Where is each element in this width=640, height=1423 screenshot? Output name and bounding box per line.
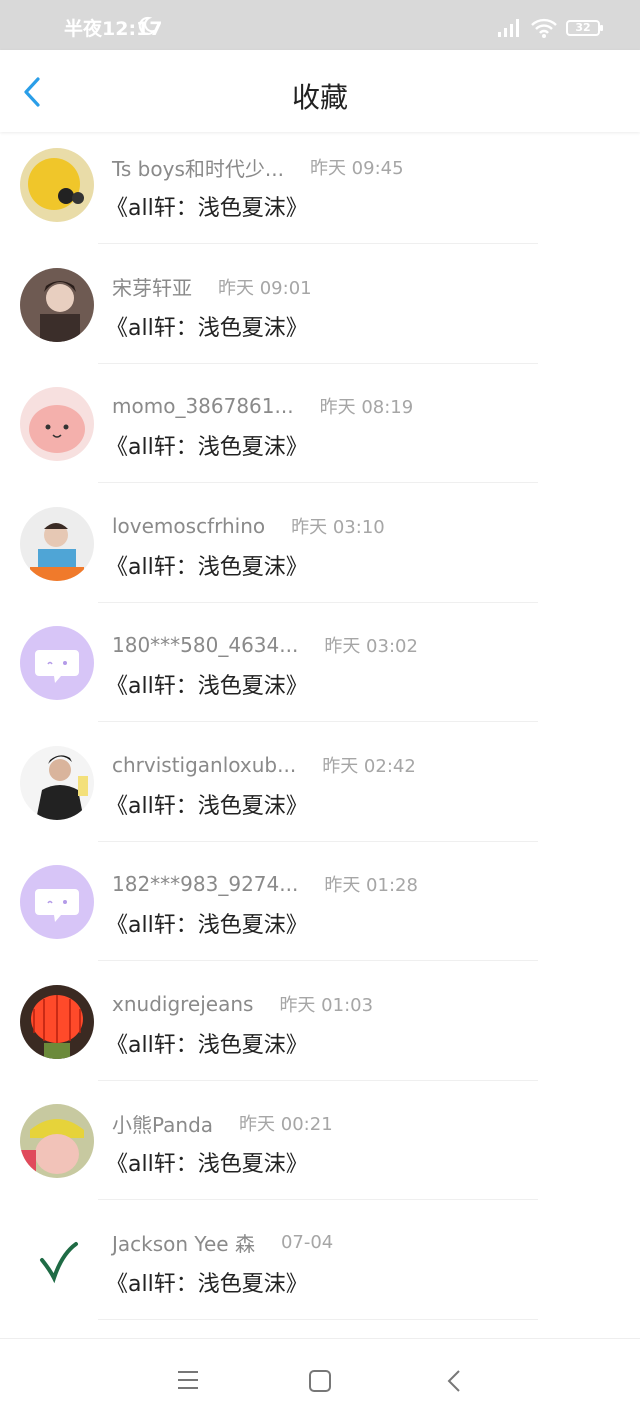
home-square-icon[interactable] [308, 1369, 332, 1397]
divider [98, 840, 538, 842]
message-text: 《all轩：浅色夏沫》 [106, 315, 308, 341]
list-item[interactable]: Jackson Yee 森 07-04 《all轩：浅色夏沫》 [0, 1212, 640, 1332]
message-text: 《all轩：浅色夏沫》 [106, 1271, 308, 1297]
list-item[interactable]: lovemoscfrhino 昨天 03:10 《all轩：浅色夏沫》 [0, 495, 640, 615]
signal-icon [496, 18, 522, 42]
avatar [20, 506, 94, 581]
list-item[interactable]: chrvistiganloxub... 昨天 02:42 《all轩：浅色夏沫》 [0, 734, 640, 854]
timestamp: 昨天 09:45 [309, 158, 404, 179]
sender-name: 182***983_9274... [112, 872, 299, 896]
message-text: 《all轩：浅色夏沫》 [106, 196, 308, 221]
sender-name: lovemoscfrhino [112, 513, 266, 538]
system-nav-bar [0, 1338, 640, 1423]
timestamp: 07-04 [280, 1232, 334, 1253]
menu-icon[interactable] [176, 1369, 200, 1395]
sender-name: 宋芽轩亚 [112, 276, 192, 300]
avatar [20, 865, 94, 939]
timestamp: 昨天 08:19 [319, 397, 414, 418]
divider [98, 1079, 538, 1081]
moon-icon [136, 16, 157, 40]
header-bar: 收藏 [0, 50, 640, 132]
sender-name: xnudigrejeans [112, 991, 254, 1016]
avatar [20, 387, 94, 461]
timestamp: 昨天 00:21 [239, 1114, 333, 1135]
back-triangle-icon[interactable] [444, 1369, 464, 1397]
sender-name: 180***580_4634... [112, 633, 299, 657]
timestamp: 昨天 09:01 [218, 277, 312, 299]
list-item[interactable]: xnudigrejeans 昨天 01:03 《all轩：浅色夏沫》 [0, 973, 640, 1093]
divider [98, 362, 538, 364]
avatar [20, 148, 94, 222]
divider [98, 1199, 538, 1200]
divider [98, 1318, 538, 1320]
sender-name: 小熊Panda [112, 1112, 214, 1137]
avatar [20, 745, 94, 820]
message-text: 《all轩：浅色夏沫》 [106, 674, 308, 699]
avatar [20, 984, 94, 1059]
message-text: 《all轩：浅色夏沫》 [106, 793, 308, 819]
message-text: 《all轩：浅色夏沫》 [106, 1152, 308, 1177]
message-text: 《all轩：浅色夏沫》 [106, 1032, 308, 1058]
sender-name: Jackson Yee 森 [112, 1232, 255, 1256]
sender-name: chrvistiganloxub... [112, 752, 297, 777]
list-item[interactable]: momo_3867861... 昨天 08:19 《all轩：浅色夏沫》 [0, 375, 640, 495]
battery-icon: 32 [566, 20, 603, 36]
list-item[interactable]: 180***580_4634... 昨天 03:02 《all轩：浅色夏沫》 [0, 614, 640, 734]
divider [98, 601, 538, 603]
message-text: 《all轩：浅色夏沫》 [106, 435, 308, 460]
message-text: 《all轩：浅色夏沫》 [106, 554, 308, 580]
timestamp: 昨天 02:42 [322, 755, 416, 777]
divider [98, 960, 538, 961]
favorites-list: Ts boys和时代少... 昨天 09:45 《all轩：浅色夏沫》 宋芽轩亚… [0, 136, 640, 1331]
avatar [20, 267, 94, 342]
divider [98, 721, 538, 722]
sender-name: momo_3867861... [112, 394, 294, 418]
divider [98, 243, 538, 244]
list-item[interactable]: 小熊Panda 昨天 00:21 《all轩：浅色夏沫》 [0, 1092, 640, 1212]
list-item[interactable]: 宋芽轩亚 昨天 09:01 《all轩：浅色夏沫》 [0, 256, 640, 376]
checkmark-icon [20, 1223, 94, 1298]
page-title: 收藏 [291, 81, 348, 114]
wifi-icon [530, 17, 558, 43]
sender-name: Ts boys和时代少... [112, 156, 284, 181]
avatar [20, 1223, 94, 1298]
timestamp: 昨天 03:02 [324, 636, 418, 657]
timestamp: 昨天 01:03 [279, 994, 374, 1016]
avatar [20, 1104, 94, 1178]
list-item[interactable]: Ts boys和时代少... 昨天 09:45 《all轩：浅色夏沫》 [0, 136, 640, 256]
divider [98, 482, 538, 483]
avatar [20, 626, 94, 700]
message-text: 《all轩：浅色夏沫》 [106, 913, 308, 938]
status-bar: 半夜12:17 32 [0, 0, 640, 50]
timestamp: 昨天 03:10 [291, 516, 385, 538]
timestamp: 昨天 01:28 [324, 875, 418, 896]
list-item[interactable]: 182***983_9274... 昨天 01:28 《all轩：浅色夏沫》 [0, 853, 640, 973]
